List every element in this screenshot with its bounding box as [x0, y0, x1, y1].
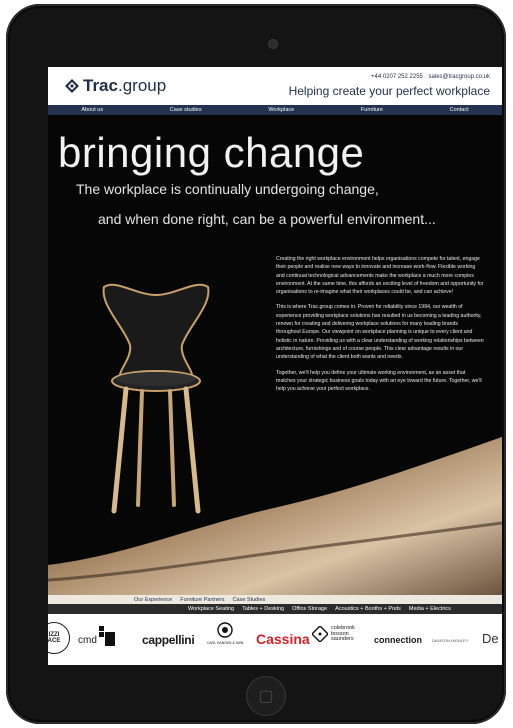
link-furniture-partners[interactable]: Furniture Partners: [180, 597, 224, 603]
intro-paragraph-3: Together, we'll help you define your ult…: [276, 369, 482, 393]
logo-light: .group: [117, 76, 167, 95]
phone-link[interactable]: +44 0207 252 2255: [371, 74, 423, 80]
link-media-electrics[interactable]: Media + Electrics: [409, 606, 451, 612]
logo-bold: Trac: [83, 76, 118, 95]
link-case-studies[interactable]: Case Studies: [233, 597, 266, 603]
hero-subtitle-2: and when done right, can be a powerful e…: [98, 211, 436, 227]
link-acoustics[interactable]: Acoustics + Booths + Pods: [335, 606, 401, 612]
email-link[interactable]: sales@tracgroup.co.uk: [429, 74, 490, 80]
intro-paragraph-1: Creating the right workplace environment…: [276, 256, 484, 296]
logo-mark-icon: [65, 79, 79, 93]
carl-hansen-crest-icon: [217, 622, 233, 638]
link-our-experience[interactable]: Our Experience: [134, 597, 172, 603]
chair-image: [102, 283, 210, 514]
site-header: Trac.group +44 0207 252 2255 sales@tracg…: [48, 67, 502, 105]
nav-workplace[interactable]: Workplace: [268, 107, 294, 113]
footer-links-primary: Our Experience Furniture Partners Case S…: [48, 595, 502, 604]
cmd-squares-icon: [98, 626, 115, 646]
hero-section: bringing change The workplace is continu…: [48, 115, 502, 595]
home-button[interactable]: ▢: [246, 676, 286, 716]
contact-details: +44 0207 252 2255 sales@tracgroup.co.uk: [367, 74, 490, 80]
colebrook-diamond-icon: [312, 626, 328, 643]
hero-title: bringing change: [58, 129, 365, 176]
link-workplace-seating[interactable]: Workplace Seating: [188, 606, 234, 612]
tagline: Helping create your perfect workplace: [288, 84, 490, 98]
brand-cassina-logo[interactable]: Cassina: [256, 631, 310, 647]
brand-de-logo[interactable]: De: [482, 631, 499, 646]
brand-colebrook-text: colebrook bosson saunders: [331, 625, 355, 642]
link-office-storage[interactable]: Office Storage: [292, 606, 327, 612]
nav-furniture[interactable]: Furniture: [361, 107, 383, 113]
brand-strip: IZZI ACE cmd cappellini CARL HANSEN & SØ…: [48, 614, 502, 665]
brand-cmd-logo[interactable]: cmd: [78, 626, 115, 646]
logo-text: Trac.group: [83, 76, 166, 96]
screen: Trac.group +44 0207 252 2255 sales@tracg…: [48, 67, 502, 665]
nav-contact[interactable]: Contact: [450, 107, 469, 113]
brand-izzi-logo[interactable]: IZZI ACE: [48, 622, 70, 654]
nav-about[interactable]: About us: [81, 107, 103, 113]
link-tables-desking[interactable]: Tables + Desking: [242, 606, 284, 612]
brand-cappellini-logo[interactable]: cappellini: [142, 633, 195, 647]
brand-connection-logo[interactable]: connection: [374, 635, 422, 645]
brand-colebrook-logo[interactable]: colebrook bosson saunders: [312, 625, 355, 643]
camera-dot: [268, 39, 278, 49]
brand-carl-hansen-logo[interactable]: CARL HANSEN & SØN: [198, 622, 252, 645]
hero-subtitle-1: The workplace is continually undergoing …: [76, 181, 379, 197]
nav-case-studies[interactable]: Case studies: [170, 107, 202, 113]
site-logo[interactable]: Trac.group: [65, 76, 166, 96]
main-nav: About us Case studies Workplace Furnitur…: [48, 105, 502, 115]
footer-links-secondary: Workplace Seating Tables + Desking Offic…: [48, 604, 502, 614]
home-icon: ▢: [258, 688, 274, 705]
brand-carl-hansen-text: CARL HANSEN & SØN: [206, 641, 244, 645]
intro-paragraph-2: This is where Trac.group comes in. Prove…: [276, 304, 484, 361]
brand-davison-logo[interactable]: DAVISON HIGHLEY: [432, 638, 468, 643]
brand-cmd-text: cmd: [78, 635, 97, 646]
tablet-frame: ▢ Trac.group +44 0207 252 2255 sales@tra…: [6, 4, 506, 724]
intro-text: Creating the right workplace environment…: [276, 255, 484, 400]
